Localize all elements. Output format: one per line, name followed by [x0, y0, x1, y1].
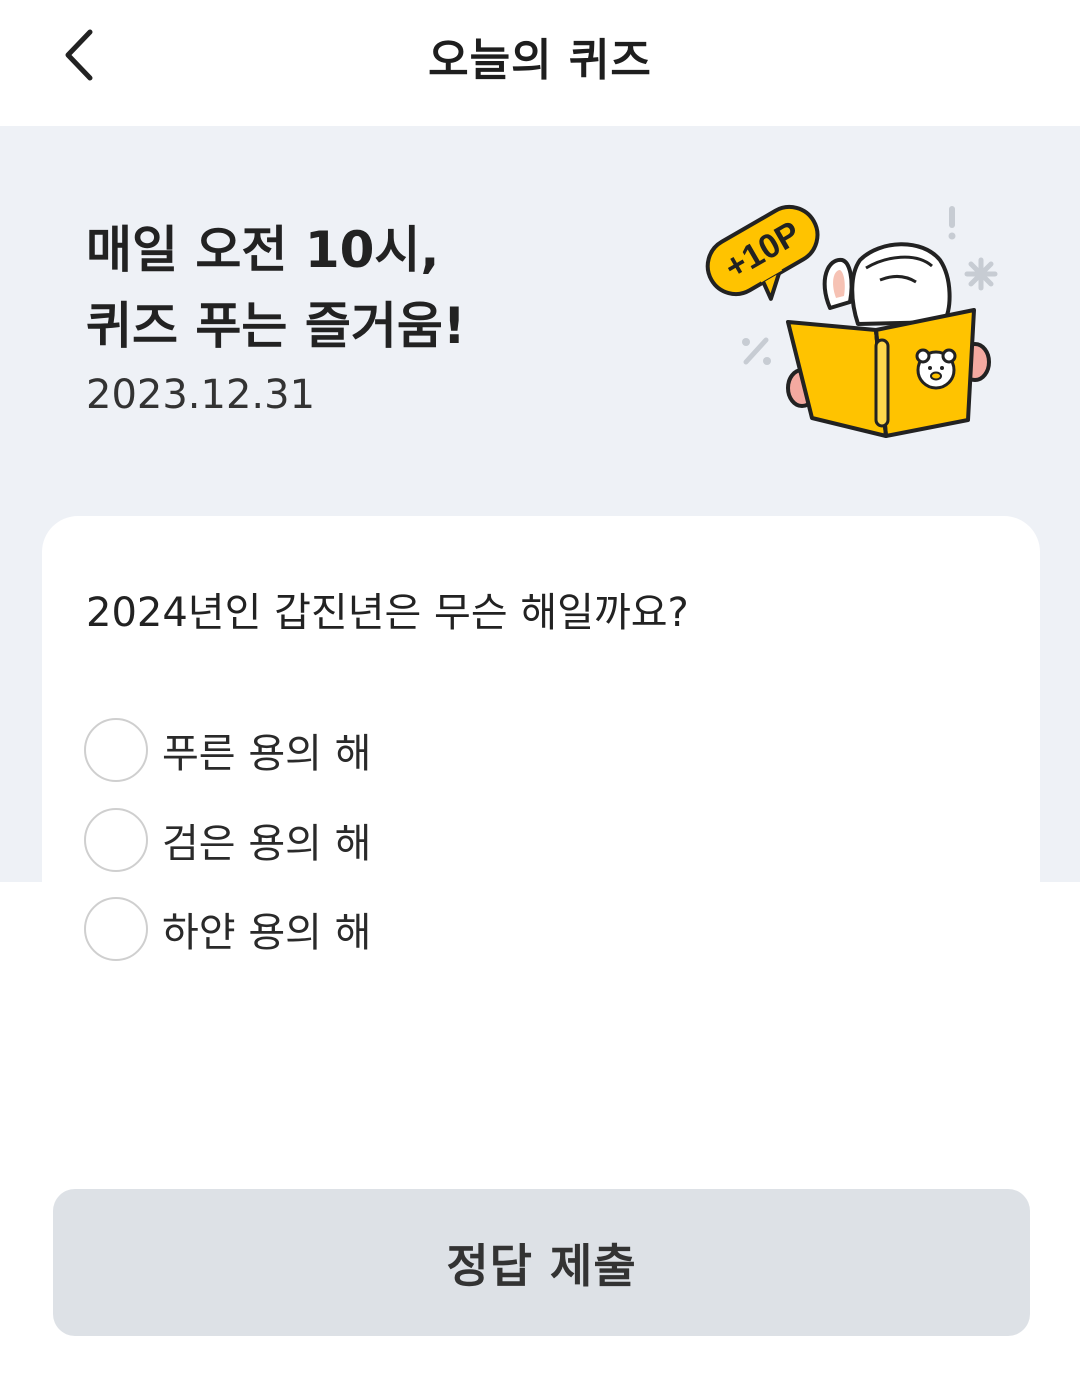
headline-line-2: 퀴즈 푸는 즐거움! — [86, 297, 466, 355]
points-badge: +10P — [705, 205, 820, 301]
rabbit-character — [822, 242, 952, 326]
top-bar: 오늘의 퀴즈 — [0, 0, 1080, 126]
yellow-book — [786, 308, 976, 438]
quiz-question: 2024년인 갑진년은 무슨 해일까요? — [86, 590, 689, 636]
radio-button[interactable] — [84, 718, 148, 782]
answer-option-label: 검은 용의 해 — [162, 821, 372, 867]
quiz-date: 2023.12.31 — [86, 372, 316, 418]
rabbit-reading-book-illustration: +10P — [705, 205, 998, 438]
answer-option-1[interactable]: 푸른 용의 해 — [84, 718, 371, 782]
hero-headline: 매일 오전 10시, 퀴즈 푸는 즐거움! — [86, 212, 466, 364]
answer-option-label: 하얀 용의 해 — [162, 910, 372, 956]
answer-option-3[interactable]: 하얀 용의 해 — [84, 897, 371, 961]
answer-option-2[interactable]: 검은 용의 해 — [84, 808, 371, 872]
submit-answer-label: 정답 제출 — [446, 1238, 637, 1293]
headline-line-1: 매일 오전 10시, — [86, 221, 440, 279]
answer-option-label: 푸른 용의 해 — [162, 731, 372, 777]
page-title: 오늘의 퀴즈 — [428, 35, 652, 86]
quiz-page: 오늘의 퀴즈 매일 오전 10시, 퀴즈 푸는 즐거움! 2023.12.31 — [0, 0, 1080, 1388]
submit-answer-button[interactable]: 정답 제출 — [53, 1189, 1030, 1336]
radio-button[interactable] — [84, 897, 148, 961]
radio-button[interactable] — [84, 808, 148, 872]
